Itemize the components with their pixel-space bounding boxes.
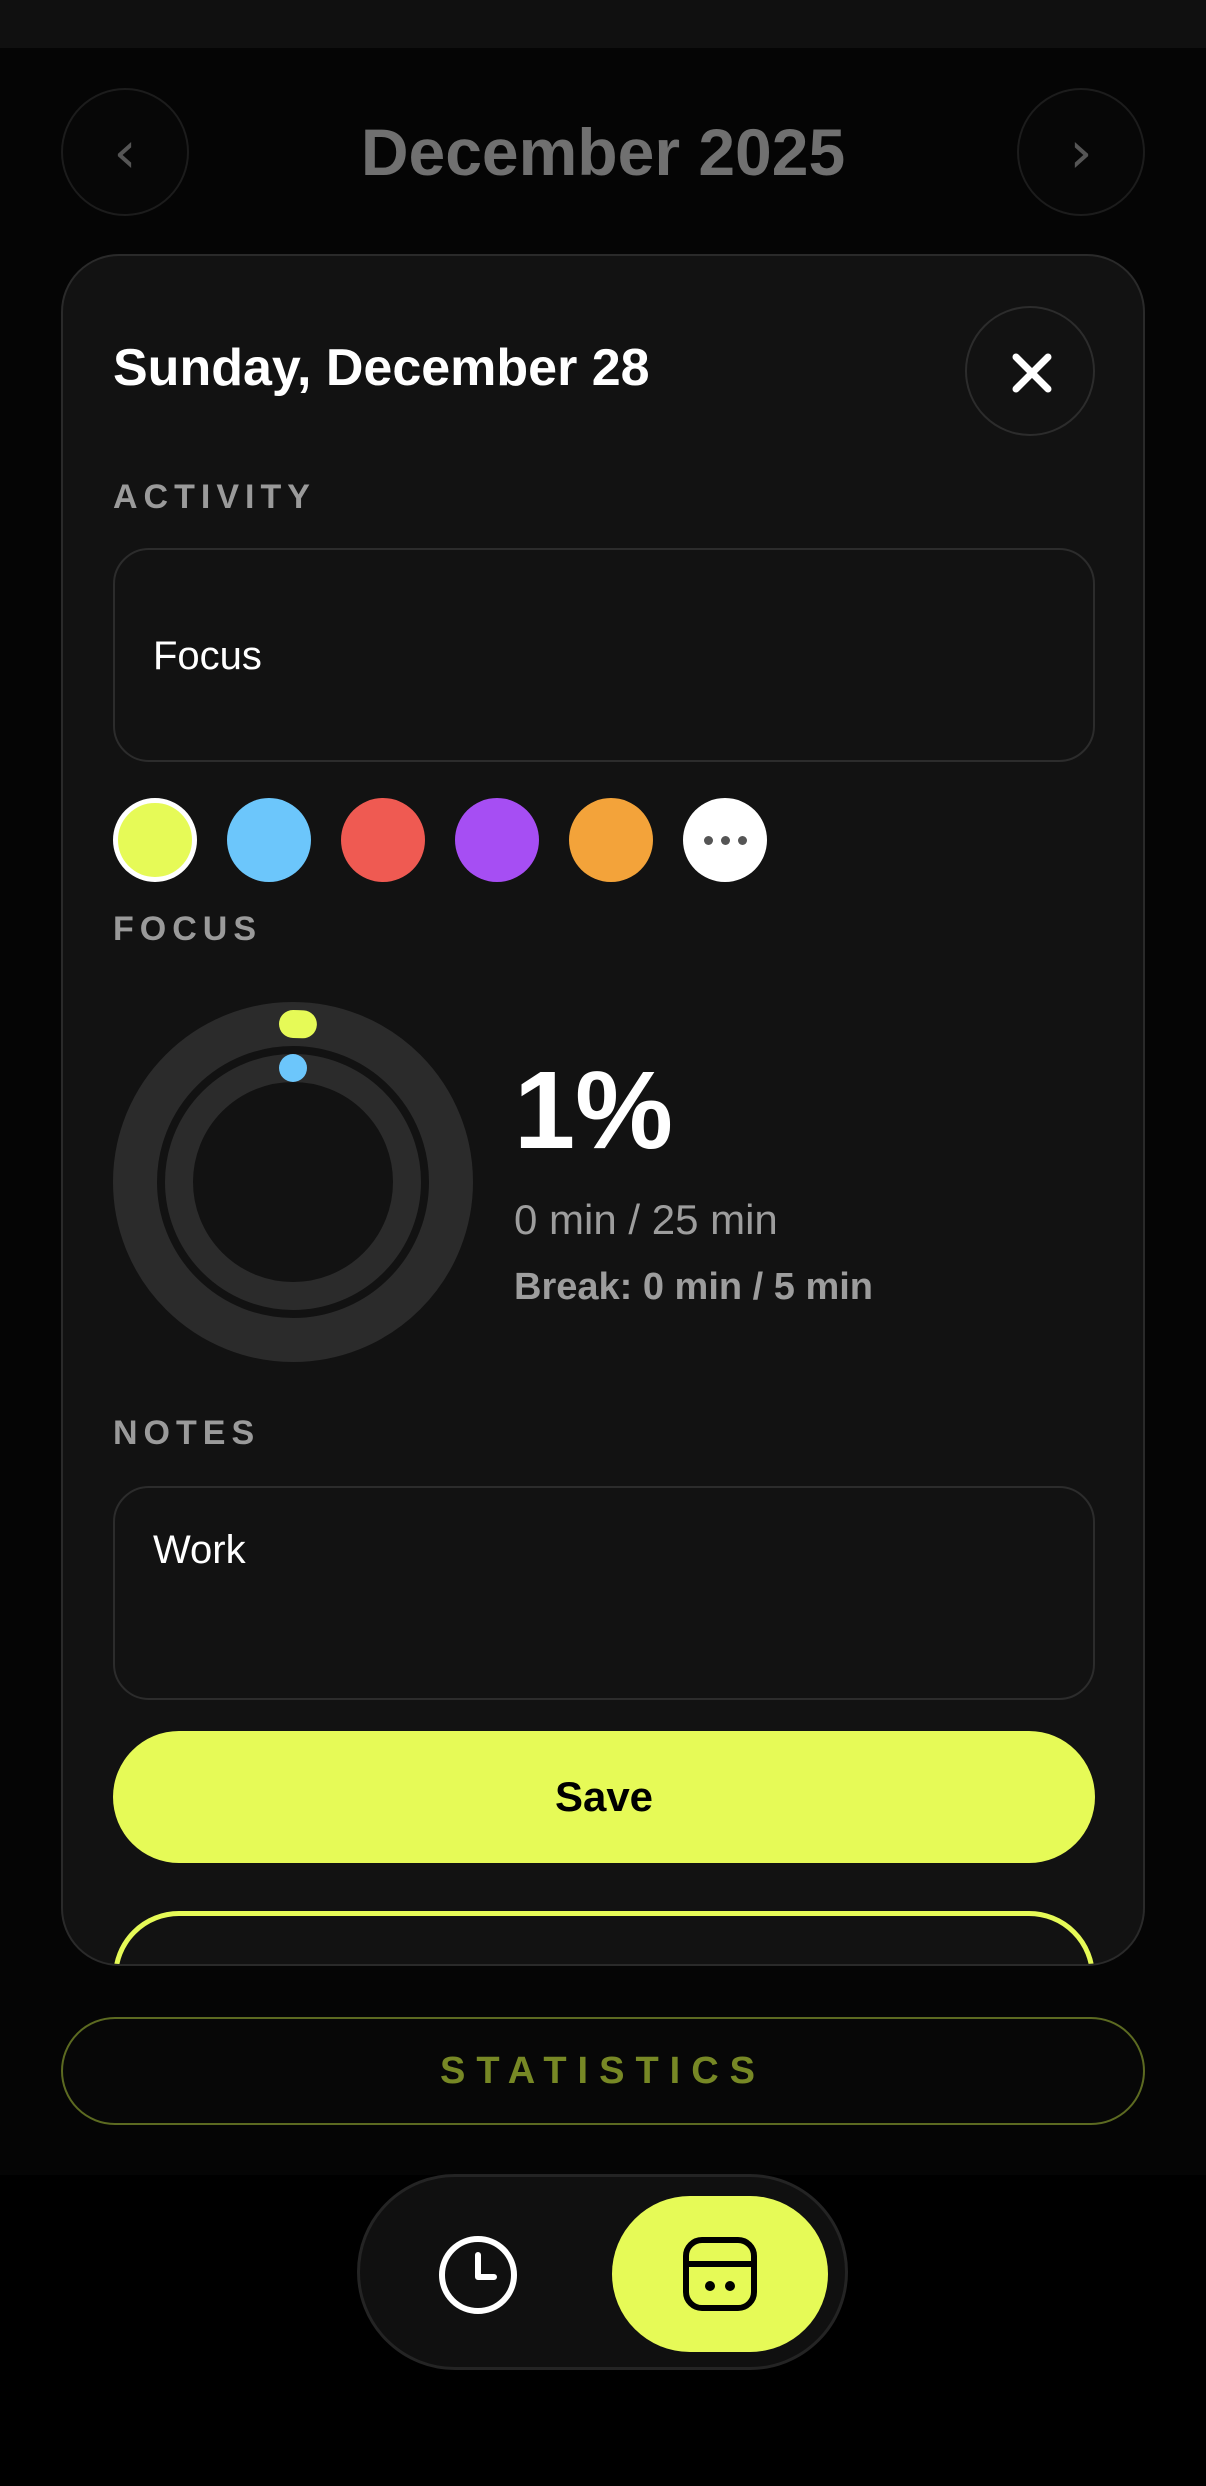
secondary-action-button[interactable] (113, 1911, 1095, 1964)
focus-percent: 1% (514, 1049, 673, 1172)
day-detail-modal: Sunday, December 28 ACTIVITY Focus FOCUS… (61, 254, 1145, 1966)
notes-value: Work (153, 1528, 246, 1572)
notes-input[interactable]: Work (113, 1486, 1095, 1700)
break-time-text: Break: 0 min / 5 min (514, 1266, 874, 1308)
close-button[interactable] (965, 306, 1095, 436)
more-dots-icon (700, 835, 751, 845)
notes-label: NOTES (113, 1414, 261, 1452)
nav-calendar-button[interactable] (612, 2196, 828, 2352)
more-colors-button[interactable] (683, 798, 767, 882)
color-swatch-purple[interactable] (455, 798, 539, 882)
nav-timer-button[interactable] (430, 2227, 526, 2323)
chevron-right-icon: › (1069, 118, 1093, 186)
clock-icon (439, 2236, 517, 2314)
activity-label: ACTIVITY (113, 478, 316, 516)
status-bar (0, 0, 1206, 48)
activity-value: Focus (153, 634, 262, 678)
focus-progress-ring (113, 1002, 473, 1362)
focus-time-text: 0 min / 25 min (514, 1196, 778, 1243)
focus-label: FOCUS (113, 910, 262, 948)
next-month-button[interactable]: › (1017, 88, 1145, 216)
statistics-button[interactable]: STATISTICS (61, 2017, 1145, 2125)
color-swatch-lime[interactable] (113, 798, 197, 882)
color-swatch-orange[interactable] (569, 798, 653, 882)
save-button[interactable]: Save (113, 1731, 1095, 1863)
close-icon (1012, 353, 1052, 393)
activity-input[interactable]: Focus (113, 548, 1095, 762)
modal-date-title: Sunday, December 28 (113, 339, 650, 397)
color-swatch-blue[interactable] (227, 798, 311, 882)
bottom-navigation (357, 2174, 848, 2370)
color-swatch-red[interactable] (341, 798, 425, 882)
calendar-icon (683, 2237, 757, 2311)
